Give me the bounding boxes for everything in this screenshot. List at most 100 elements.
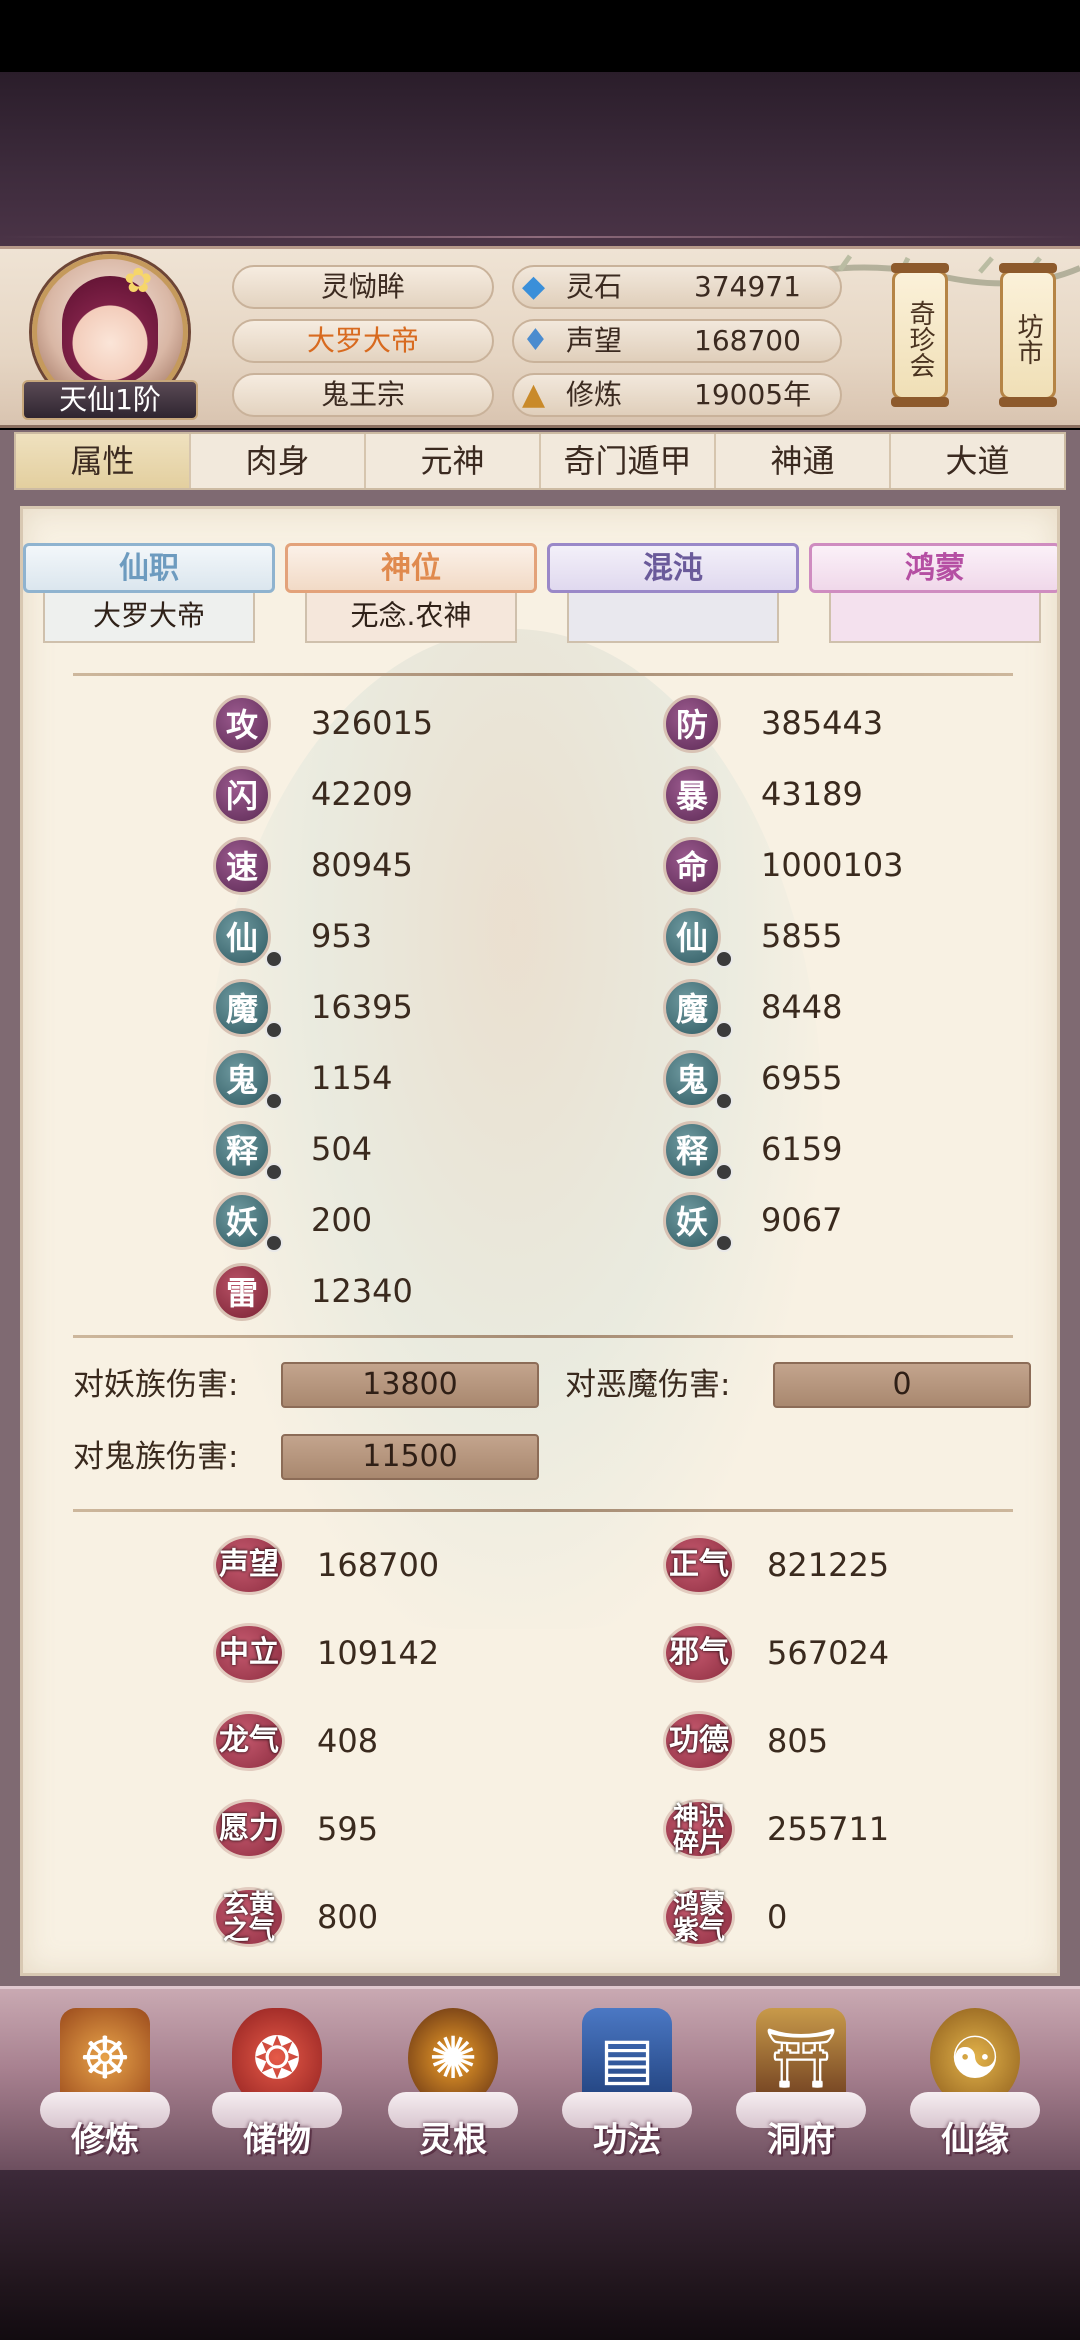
stat-badge: 命 <box>663 837 721 895</box>
info-dot-icon <box>265 1234 283 1252</box>
stat-badge[interactable]: 妖 <box>213 1192 271 1250</box>
stat-value: 9067 <box>761 1201 843 1239</box>
stat-badge[interactable]: 魔 <box>663 979 721 1037</box>
stat-badge[interactable]: 释 <box>213 1121 271 1179</box>
divider <box>73 673 1013 676</box>
rank-badge: 天仙1阶 <box>22 380 198 420</box>
title-tab-divine-rank[interactable]: 神位 <box>285 543 537 593</box>
stat-badge: 攻 <box>213 695 271 753</box>
stat-badge[interactable]: 鬼 <box>213 1050 271 1108</box>
stat-value: 80945 <box>311 846 413 884</box>
misc-value: 567024 <box>767 1634 890 1672</box>
misc-badge: 中立 <box>213 1623 285 1683</box>
stat-badge: 闪 <box>213 766 271 824</box>
misc-value: 408 <box>317 1722 379 1760</box>
nav-cave-button[interactable]: ⛩ 洞府 <box>726 2008 876 2168</box>
status-bar-area <box>0 0 1080 72</box>
nav-spirit-root-button[interactable]: ✺ 灵根 <box>378 2008 528 2168</box>
stat-value: 1000103 <box>761 846 904 884</box>
resource-value: 374971 <box>694 270 801 303</box>
tab-dao[interactable]: 大道 <box>891 434 1064 488</box>
stat-badge[interactable]: 魔 <box>213 979 271 1037</box>
nav-label: 功法 <box>593 2120 661 2160</box>
stat-value: 326015 <box>311 704 434 742</box>
stat-value: 8448 <box>761 988 843 1026</box>
resource-label: 修炼 <box>566 378 623 411</box>
bottom-decor-band <box>0 2170 1080 2340</box>
tab-attributes[interactable]: 属性 <box>16 434 191 488</box>
misc-value: 168700 <box>317 1546 440 1584</box>
stat-value: 12340 <box>311 1272 413 1310</box>
nav-label: 洞府 <box>767 2120 835 2160</box>
resource-label: 灵石 <box>566 270 623 303</box>
main-tabs: 属性 肉身 元神 奇门遁甲 神通 大道 <box>14 432 1066 490</box>
cultivation-icon: ▲ <box>522 377 546 412</box>
stat-badge: 速 <box>213 837 271 895</box>
divider <box>73 1509 1013 1512</box>
stat-value: 385443 <box>761 704 884 742</box>
player-sect: 鬼王宗 <box>232 373 494 417</box>
nav-label: 修炼 <box>71 2120 139 2160</box>
tab-qimen[interactable]: 奇门遁甲 <box>541 434 716 488</box>
info-dot-icon <box>715 1021 733 1039</box>
tab-soul[interactable]: 元神 <box>366 434 541 488</box>
nav-technique-button[interactable]: ▤ 功法 <box>552 2008 702 2168</box>
chaos-value <box>567 593 779 643</box>
info-dot-icon <box>715 1163 733 1181</box>
tab-body[interactable]: 肉身 <box>191 434 366 488</box>
info-dot-icon <box>715 1234 733 1252</box>
player-title: 大罗大帝 <box>232 319 494 363</box>
resource-spirit-stone: ◆ 灵石 374971 <box>512 265 842 309</box>
top-decor-band <box>0 72 1080 248</box>
damage-value: 0 <box>773 1362 1031 1408</box>
misc-badge: 玄黄之气 <box>213 1887 285 1947</box>
info-dot-icon <box>265 1092 283 1110</box>
spirit-stone-icon: ◆ <box>522 269 546 304</box>
misc-badge: 龙气 <box>213 1711 285 1771</box>
stat-badge[interactable]: 释 <box>663 1121 721 1179</box>
stat-badge: 雷 <box>213 1263 271 1321</box>
stat-value: 6159 <box>761 1130 843 1168</box>
stat-badge[interactable]: 仙 <box>663 908 721 966</box>
damage-label: 对妖族伤害: <box>73 1367 239 1403</box>
misc-value: 595 <box>317 1810 379 1848</box>
nav-cultivate-button[interactable]: ☸ 修炼 <box>30 2008 180 2168</box>
nav-label: 储物 <box>243 2120 311 2160</box>
nav-storage-button[interactable]: ❂ 储物 <box>202 2008 352 2168</box>
misc-value: 805 <box>767 1722 829 1760</box>
divine-rank-value: 无念.农神 <box>305 593 517 643</box>
misc-badge: 神识碎片 <box>663 1799 735 1859</box>
stat-value: 953 <box>311 917 373 955</box>
info-dot-icon <box>715 950 733 968</box>
resource-value: 19005年 <box>694 378 812 411</box>
title-tab-immortal-post[interactable]: 仙职 <box>23 543 275 593</box>
tab-abilities[interactable]: 神通 <box>716 434 891 488</box>
stat-badge[interactable]: 仙 <box>213 908 271 966</box>
misc-badge: 正气 <box>663 1535 735 1595</box>
misc-badge: 功德 <box>663 1711 735 1771</box>
stat-value: 6955 <box>761 1059 843 1097</box>
info-dot-icon <box>265 1163 283 1181</box>
stat-badge[interactable]: 妖 <box>663 1192 721 1250</box>
misc-badge: 愿力 <box>213 1799 285 1859</box>
title-tab-hongmeng[interactable]: 鸿蒙 <box>809 543 1057 593</box>
damage-label: 对恶魔伤害: <box>565 1367 731 1403</box>
attributes-panel: 仙职 大罗大帝 神位 无念.农神 混沌 鸿蒙 攻 326015 闪 42209 … <box>20 506 1060 1976</box>
misc-badge: 鸿蒙紫气 <box>663 1887 735 1947</box>
market-button[interactable]: 坊市 <box>999 263 1057 407</box>
resource-cultivation: ▲ 修炼 19005年 <box>512 373 842 417</box>
divider <box>73 1335 1013 1338</box>
stat-value: 43189 <box>761 775 863 813</box>
info-dot-icon <box>265 950 283 968</box>
stat-badge[interactable]: 鬼 <box>663 1050 721 1108</box>
info-dot-icon <box>715 1092 733 1110</box>
resource-value: 168700 <box>694 324 801 357</box>
stat-value: 1154 <box>311 1059 393 1097</box>
immortal-post-value: 大罗大帝 <box>43 593 255 643</box>
stat-value: 200 <box>311 1201 373 1239</box>
title-tab-chaos[interactable]: 混沌 <box>547 543 799 593</box>
treasure-shop-button[interactable]: 奇珍会 <box>891 263 949 407</box>
hair-flower-icon: ✿ <box>124 261 153 301</box>
nav-fate-button[interactable]: ☯ 仙缘 <box>900 2008 1050 2168</box>
damage-value: 11500 <box>281 1434 539 1480</box>
